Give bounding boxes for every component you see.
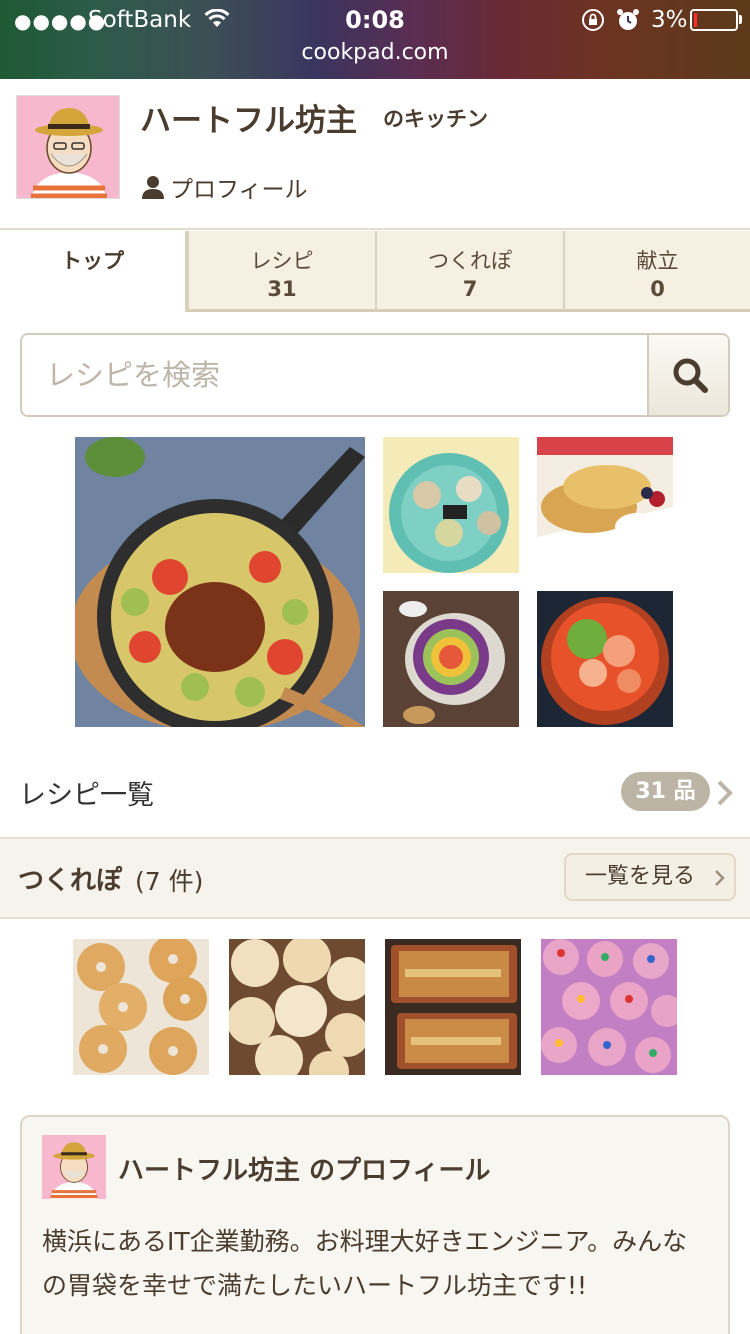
kitchen-name: ハートフル坊主 <box>140 103 357 139</box>
person-icon <box>142 176 164 199</box>
tab-recipes[interactable]: レシピ 31 <box>187 231 375 312</box>
url-bar[interactable]: cookpad.com <box>0 40 750 65</box>
rotation-lock-icon <box>581 8 605 36</box>
search-input[interactable] <box>22 335 647 415</box>
alarm-icon <box>617 8 639 36</box>
tab-top[interactable]: トップ <box>0 231 187 312</box>
profile-link-label: プロフィール <box>170 177 308 203</box>
recipe-search <box>20 333 730 417</box>
recipe-photo-donburi[interactable] <box>537 591 673 727</box>
tab-kondate[interactable]: 献立 0 <box>563 231 750 312</box>
tab-count: 0 <box>650 277 665 301</box>
tab-count: 31 <box>267 277 297 301</box>
tab-label: トップ <box>61 249 124 273</box>
status-bar: ●●●●● SoftBank 0:08 3% cookpad.com <box>0 0 750 79</box>
kitchen-suffix: のキッチン <box>383 107 488 131</box>
view-all-button[interactable]: 一覧を見る <box>564 853 736 901</box>
search-icon <box>673 358 708 393</box>
recipe-count-badge: 31 品 <box>621 772 710 811</box>
tab-tsukurepo[interactable]: つくれぽ 7 <box>375 231 563 312</box>
tsukurepo-photo-banana-bread[interactable] <box>385 939 521 1075</box>
search-button[interactable] <box>647 335 728 415</box>
view-all-label: 一覧を見る <box>585 864 696 889</box>
tab-label: つくれぽ <box>428 249 512 273</box>
tsukurepo-photo-cookies[interactable] <box>541 939 677 1075</box>
battery-percent: 3% <box>651 7 688 33</box>
chevron-right-icon <box>715 870 725 886</box>
profile-card-title: ハートフル坊主 のプロフィール <box>118 1156 491 1186</box>
battery-level <box>694 13 697 27</box>
profile-card-avatar[interactable] <box>42 1135 106 1199</box>
avatar[interactable] <box>16 95 120 199</box>
tsukurepo-count: (7 件) <box>135 867 204 896</box>
tab-label: レシピ <box>250 249 314 273</box>
battery-icon <box>690 9 738 31</box>
tab-label: 献立 <box>636 249 679 273</box>
profile-link[interactable]: プロフィール <box>142 170 308 204</box>
tsukurepo-photo-bread-rolls[interactable] <box>229 939 365 1075</box>
profile-bio: 横浜にあるIT企業勤務。お料理大好きエンジニア。みんなの胃袋を幸せで満たしたいハ… <box>42 1227 688 1300</box>
recipe-photo-cupcakes[interactable] <box>383 437 519 573</box>
tab-count: 7 <box>462 277 478 301</box>
recipe-photo-salad[interactable] <box>383 591 519 727</box>
tsukurepo-title: つくれぽ <box>18 866 123 896</box>
chevron-right-icon[interactable] <box>716 780 734 810</box>
header-divider <box>0 228 750 230</box>
recipe-list-link[interactable]: レシピ一覧 <box>19 773 154 812</box>
recipe-photo-main[interactable] <box>75 437 365 727</box>
recipe-photo-pancakes[interactable] <box>537 437 673 573</box>
battery-tip <box>739 15 742 24</box>
tsukurepo-photo-bagels[interactable] <box>73 939 209 1075</box>
